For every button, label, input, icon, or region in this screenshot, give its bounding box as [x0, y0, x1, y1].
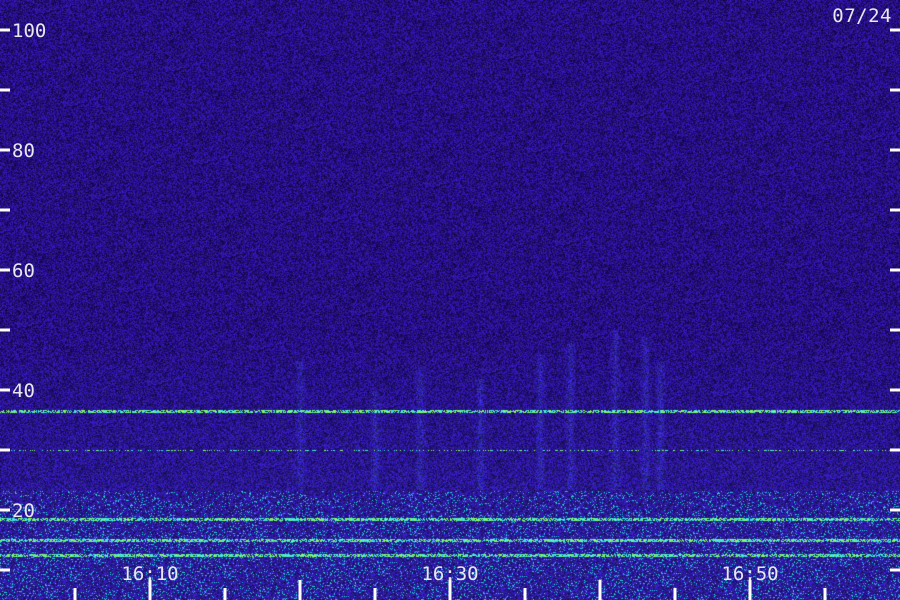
- date-label: 07/24: [832, 5, 892, 27]
- y-tick-label: 40: [12, 380, 35, 402]
- y-tick-label: 80: [12, 140, 35, 162]
- y-tick-label: 100: [12, 20, 46, 42]
- x-tick-label: 16:10: [121, 563, 178, 585]
- x-tick-label: 16:30: [421, 563, 478, 585]
- x-tick-label: 16:50: [721, 563, 778, 585]
- axes-overlay: 20 40 60 80 100 16:10 16:30 16:50: [0, 20, 900, 600]
- y-tick-label: 20: [12, 500, 35, 522]
- spectrogram-chart: 20 40 60 80 100 16:10 16:30 16:50 07/24: [0, 0, 900, 600]
- y-tick-label: 60: [12, 260, 35, 282]
